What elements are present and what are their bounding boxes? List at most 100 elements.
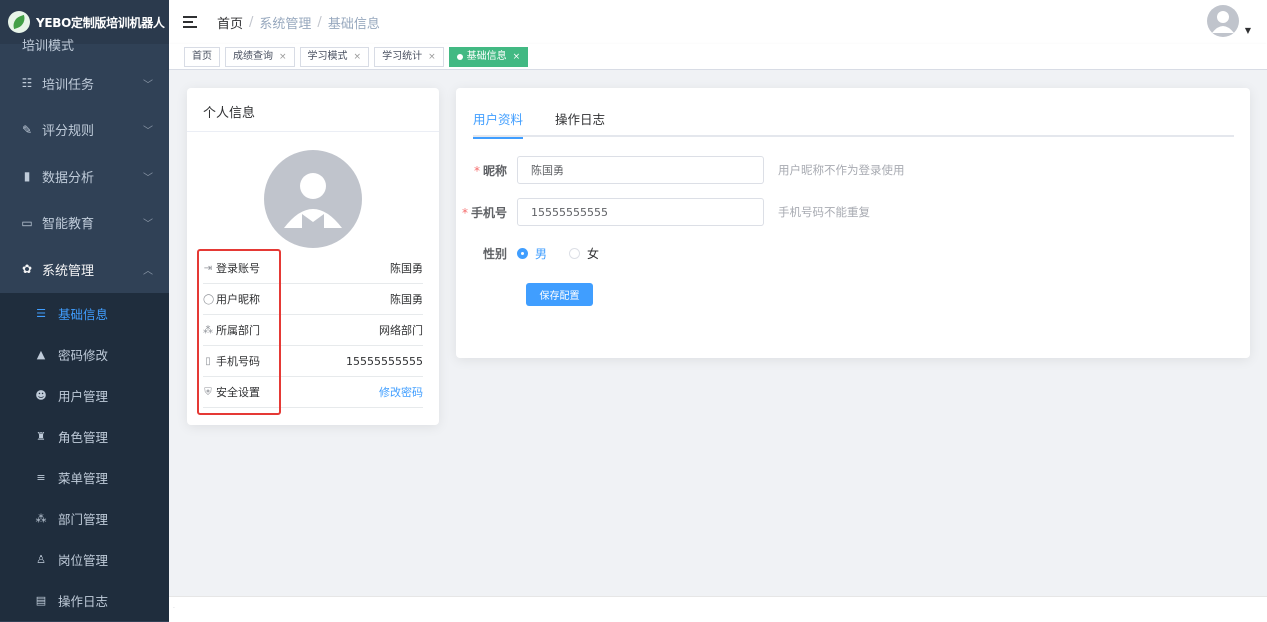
hamburger-icon[interactable] <box>183 16 197 28</box>
active-dot-icon <box>456 53 463 60</box>
info-value: 陈国勇 <box>390 293 423 306</box>
main-content: 个人信息 ⇥ 登录账号 陈国勇 ◯ 用户昵称 陈国勇 ⁂ 所属部门 网络部门 ▯ 手机号… <box>169 70 1267 596</box>
login-icon: ⇥ <box>203 262 213 274</box>
chevron-up-icon: ︿ <box>143 265 153 277</box>
close-icon[interactable]: × <box>428 48 436 66</box>
sidebar-item-label: 菜单管理 <box>58 470 109 486</box>
tree-icon: ⁂ <box>35 511 47 525</box>
shield-icon: ⛨ <box>204 386 212 398</box>
sidebar-item-menus[interactable]: ≡ 菜单管理 <box>0 457 169 498</box>
chevron-down-icon: ﹀ <box>143 126 153 138</box>
sidebar-item-label: 密码修改 <box>58 347 109 363</box>
tag-study-mode[interactable]: 学习模式 × <box>299 46 370 67</box>
phone-label: * 手机号 <box>461 205 507 220</box>
gear-icon: ✿ <box>21 262 33 277</box>
tree-icon: ⁂ <box>203 324 213 336</box>
list-icon: ☷ <box>21 76 33 91</box>
sidebar-item-label: 基础信息 <box>58 306 109 322</box>
profile-tabs: 用户资料 操作日志 <box>473 108 1234 139</box>
tag-home[interactable]: 首页 <box>184 46 220 67</box>
menu-icon: ≡ <box>36 470 46 484</box>
breadcrumb-separator: / <box>249 14 254 30</box>
phone-hint: 手机号码不能重复 <box>778 205 870 219</box>
footer: · <box>169 596 1267 622</box>
change-password-link[interactable]: 修改密码 <box>379 384 423 400</box>
info-row-phone: ▯ 手机号码 15555555555 <box>203 346 423 377</box>
breadcrumb-home[interactable]: 首页 <box>217 13 243 32</box>
info-row-security: ⛨ 安全设置 修改密码 <box>203 377 423 408</box>
tag-score-query[interactable]: 成绩查询 × <box>225 46 295 67</box>
info-value: 网络部门 <box>379 324 423 337</box>
close-icon[interactable]: × <box>279 48 287 66</box>
sidebar-item-smart-education[interactable]: ▭ 智能教育 ﹀ <box>0 200 169 247</box>
bar-chart-icon: ▮ <box>23 169 31 184</box>
sidebar-item-label: 部门管理 <box>58 511 109 527</box>
nickname-hint: 用户昵称不作为登录使用 <box>778 163 905 177</box>
gender-radio-female[interactable]: 女 <box>569 245 599 262</box>
tag-study-stats[interactable]: 学习统计 × <box>374 46 444 67</box>
chat-icon: ☰ <box>36 306 46 320</box>
lock-icon: ▲ <box>36 347 46 361</box>
sidebar-item-roles[interactable]: ♜ 角色管理 <box>0 416 169 457</box>
info-value: 15555555555 <box>346 354 423 368</box>
nickname-label: * 昵称 <box>473 163 507 178</box>
close-icon[interactable]: × <box>513 48 521 66</box>
chevron-down-icon: ﹀ <box>143 79 153 91</box>
sidebar-item-label: 评分规则 <box>42 124 95 140</box>
sidebar-item-basic-info[interactable]: ☰ 基础信息 <box>0 293 169 334</box>
sidebar-item-label: 操作日志 <box>58 593 109 609</box>
nickname-row: * 昵称 陈国勇 用户昵称不作为登录使用 <box>456 156 905 184</box>
user-avatar[interactable] <box>1207 5 1239 37</box>
navbar: 首页 / 系统管理 / 基础信息 ▼ <box>169 0 1267 44</box>
chevron-down-icon: ﹀ <box>143 219 153 231</box>
info-value: 陈国勇 <box>390 262 423 275</box>
nickname-input[interactable]: 陈国勇 <box>517 156 764 184</box>
sidebar-item-score-rules[interactable]: ✎ 评分规则 ﹀ <box>0 107 169 154</box>
sidebar-item-label: 岗位管理 <box>58 552 109 568</box>
gender-radio-male[interactable]: 男 <box>517 245 547 262</box>
profile-card: 个人信息 ⇥ 登录账号 陈国勇 ◯ 用户昵称 陈国勇 ⁂ 所属部门 网络部门 ▯ 手机号… <box>187 88 439 425</box>
sidebar-item-posts[interactable]: ♙ 岗位管理 <box>0 539 169 580</box>
phone-input[interactable]: 15555555555 <box>517 198 764 226</box>
leaf-logo-icon <box>8 11 30 33</box>
system-submenu: ☰ 基础信息 ▲ 密码修改 ☻ 用户管理 ♜ 角色管理 ≡ 菜单管理 ⁂ 部门管… <box>0 292 169 621</box>
sidebar-item-label: 智能教育 <box>42 217 95 233</box>
gender-row: 性别 男 女 <box>456 245 621 262</box>
sidebar-item-password[interactable]: ▲ 密码修改 <box>0 334 169 375</box>
sidebar-item-users[interactable]: ☻ 用户管理 <box>0 375 169 416</box>
app-title: YEBO定制版培训机器人 <box>36 15 165 30</box>
sidebar-item-label: 培训任务 <box>42 77 95 93</box>
tags-view: 首页 成绩查询 × 学习模式 × 学习统计 × 基础信息 × <box>169 44 1267 70</box>
profile-avatar[interactable] <box>264 150 362 248</box>
radio-checked-icon <box>517 248 528 259</box>
info-row-nickname: ◯ 用户昵称 陈国勇 <box>203 284 423 315</box>
sidebar-item-label: 用户管理 <box>58 388 109 404</box>
sidebar: YEBO定制版培训机器人 培训模式 ☷ 培训任务 ﹀ ✎ 评分规则 ﹀ ▮ 数据… <box>0 0 169 622</box>
sidebar-item-label: 角色管理 <box>58 429 109 445</box>
sidebar-item-data-analysis[interactable]: ▮ 数据分析 ﹀ <box>0 153 169 200</box>
sidebar-item-system-management[interactable]: ✿ 系统管理 ︿ <box>0 246 169 293</box>
sidebar-item-departments[interactable]: ⁂ 部门管理 <box>0 498 169 539</box>
breadcrumb-separator: / <box>317 14 322 30</box>
info-row-department: ⁂ 所属部门 网络部门 <box>203 315 423 346</box>
user-circle-icon: ◯ <box>203 293 215 305</box>
tab-operation-log[interactable]: 操作日志 <box>555 108 605 137</box>
close-icon[interactable]: × <box>354 48 362 66</box>
radio-unchecked-icon <box>569 248 581 259</box>
log-icon: ▤ <box>35 593 47 607</box>
breadcrumb-current: 基础信息 <box>327 16 380 32</box>
sidebar-item-training-task[interactable]: ☷ 培训任务 ﹀ <box>0 60 169 107</box>
caret-down-icon[interactable]: ▼ <box>1245 26 1251 35</box>
gender-label: 性别 <box>482 247 507 261</box>
tag-basic-info[interactable]: 基础信息 × <box>448 46 529 67</box>
edit-icon: ✎ <box>21 122 33 137</box>
sidebar-item-operation-log[interactable]: ▤ 操作日志 <box>0 580 169 621</box>
save-button[interactable]: 保存配置 <box>526 283 593 306</box>
sidebar-item-label: 数据分析 <box>42 170 95 186</box>
monitor-icon: ▭ <box>21 215 33 230</box>
profile-info-list: ⇥ 登录账号 陈国勇 ◯ 用户昵称 陈国勇 ⁂ 所属部门 网络部门 ▯ 手机号码 155… <box>203 253 423 408</box>
tab-user-profile[interactable]: 用户资料 <box>473 108 524 139</box>
profile-form-card: 用户资料 操作日志 * 昵称 陈国勇 用户昵称不作为登录使用 * 手机号 15555… <box>456 88 1250 358</box>
footer-dot: · <box>173 605 175 612</box>
breadcrumb: 首页 / 系统管理 / 基础信息 <box>217 13 380 32</box>
